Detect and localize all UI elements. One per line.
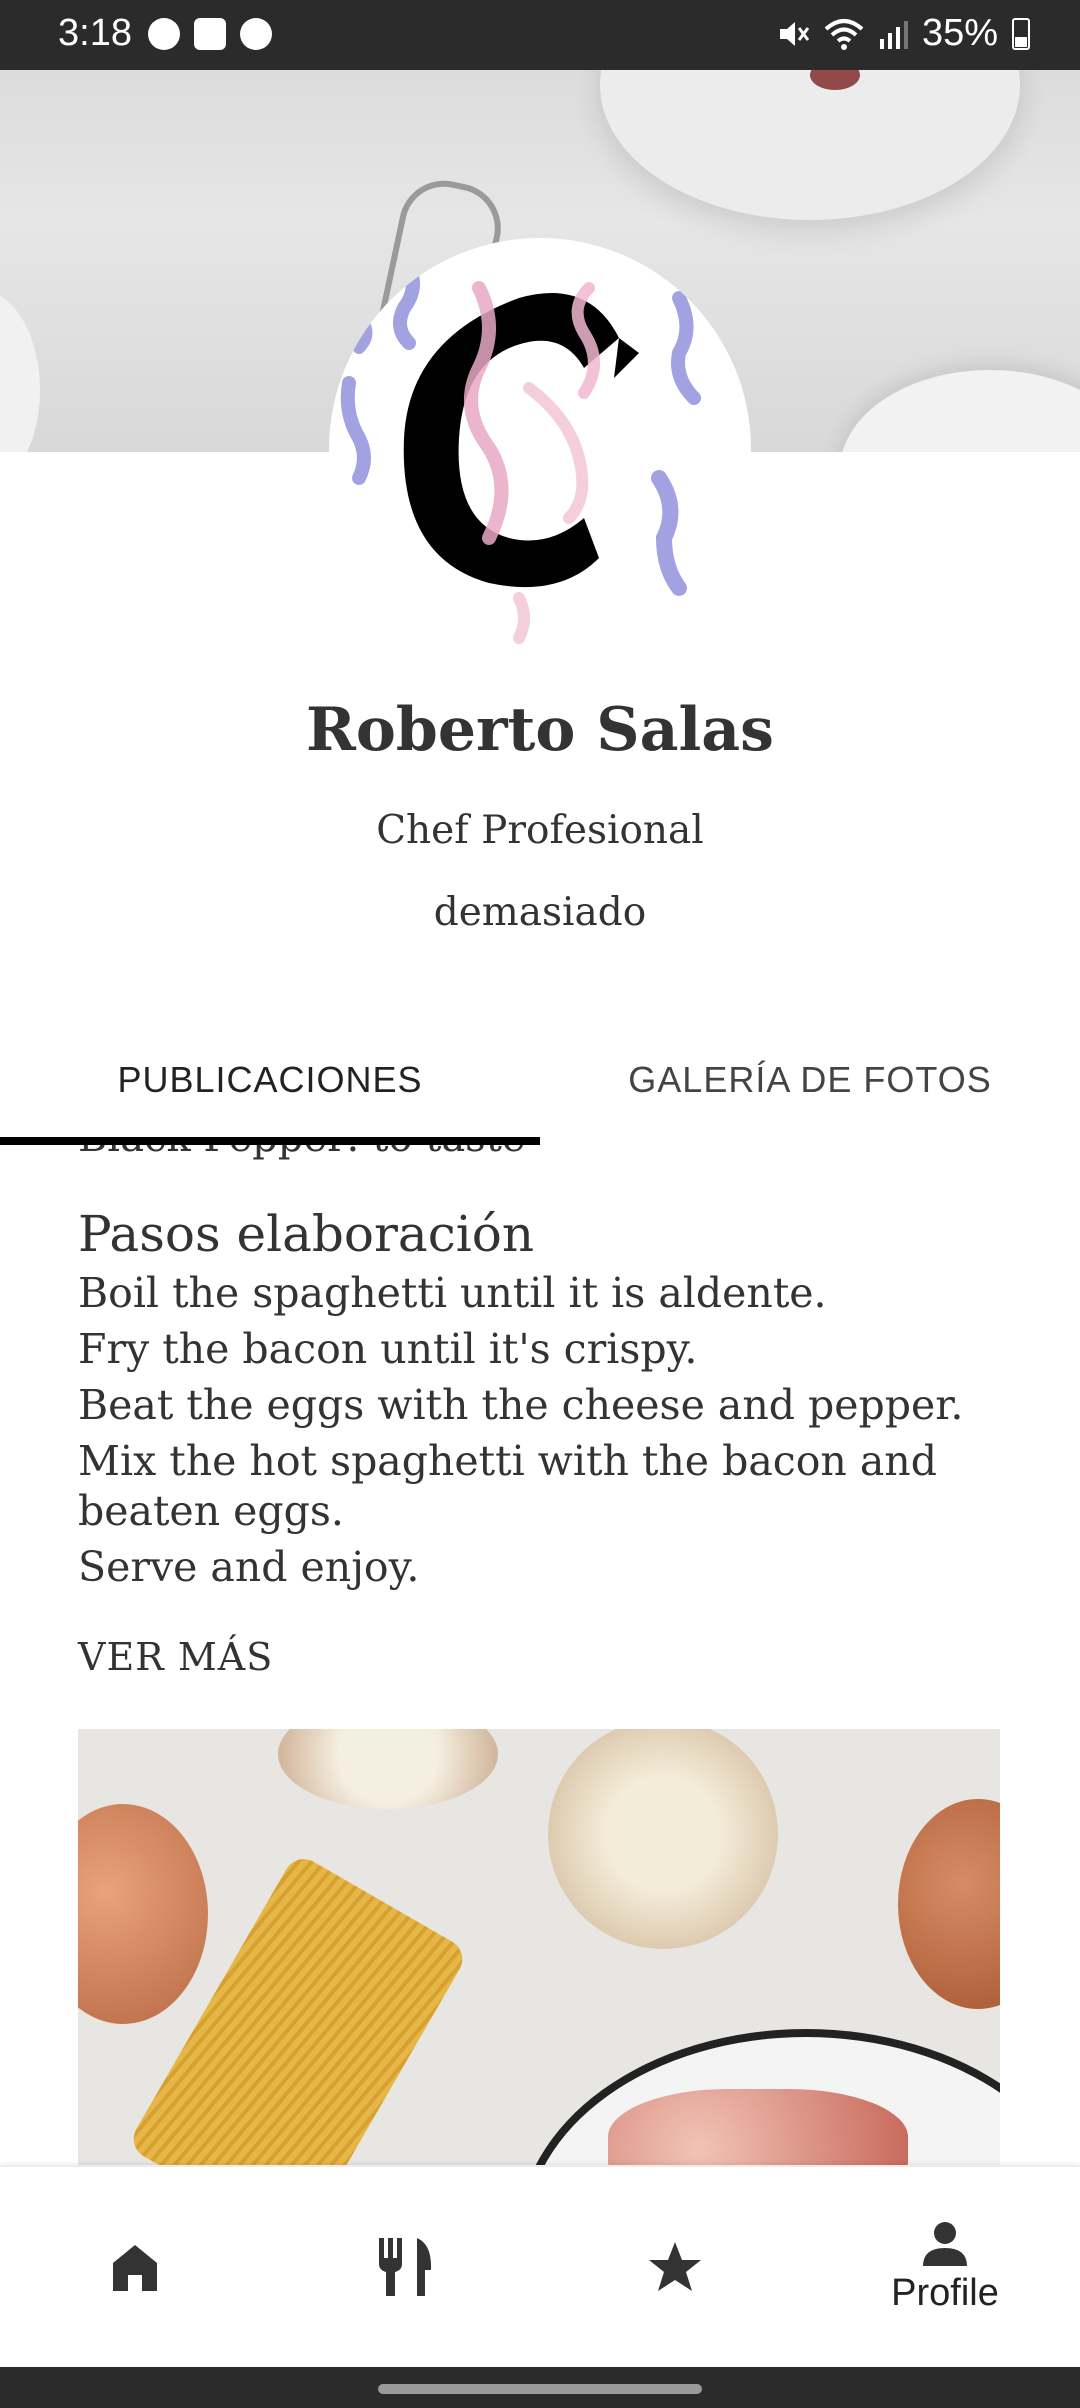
fork-knife-icon [379,2238,431,2296]
nav-recipes[interactable] [270,2167,540,2367]
step-item: Boil the spaghetti until it is aldente. [78,1269,827,1317]
battery-percent: 35% [921,12,998,54]
steps-title: Pasos elaboración [78,1205,535,1263]
profile-bio: demasiado [433,890,647,935]
step-item: Serve and enjoy. [78,1543,420,1591]
avatar[interactable] [329,238,751,660]
ingredient-line: Black Pepper: to taste [78,1145,525,1161]
status-bar: 3:18 35% [0,0,1080,70]
wifi-icon [824,18,864,50]
nav-profile-label: Profile [891,2271,999,2314]
home-icon [113,2245,157,2291]
nav-favorites[interactable] [540,2167,810,2367]
profile-tabs: PUBLICACIONES GALERÍA DE FOTOS [0,1040,1080,1140]
tab-galeria-de-fotos[interactable]: GALERÍA DE FOTOS [540,1040,1080,1140]
steps-list: Boil the spaghetti until it is aldente. … [78,1268,978,1598]
star-icon [649,2242,701,2291]
step-item: Beat the eggs with the cheese and pepper… [78,1381,964,1429]
nav-home[interactable] [0,2167,270,2367]
active-tab-indicator [0,1137,540,1145]
person-icon [923,2221,967,2266]
nav-profile[interactable]: Profile [810,2167,1080,2367]
post-image[interactable] [78,1729,1000,2165]
ver-mas-button[interactable]: VER MÁS [78,1635,273,1679]
status-time: 3:18 [58,12,132,54]
battery-icon [1012,17,1030,50]
profile-name: Roberto Salas [306,695,774,765]
publications-feed[interactable]: Black Pepper: to taste Pasos elaboración… [0,1145,1080,2165]
home-gesture-handle[interactable] [378,2384,702,2394]
profile-title: Chef Profesional [376,808,704,853]
step-item: Mix the hot spaghetti with the bacon and… [78,1437,937,1535]
mute-icon [779,21,810,46]
signal-icon [879,20,908,49]
tab-publicaciones[interactable]: PUBLICACIONES [0,1040,540,1140]
cat-app-icon [240,18,272,50]
game-icon [148,18,180,50]
gallery-icon [194,18,226,50]
bottom-navigation: Profile [0,2167,1080,2367]
step-item: Fry the bacon until it's crispy. [78,1325,698,1373]
